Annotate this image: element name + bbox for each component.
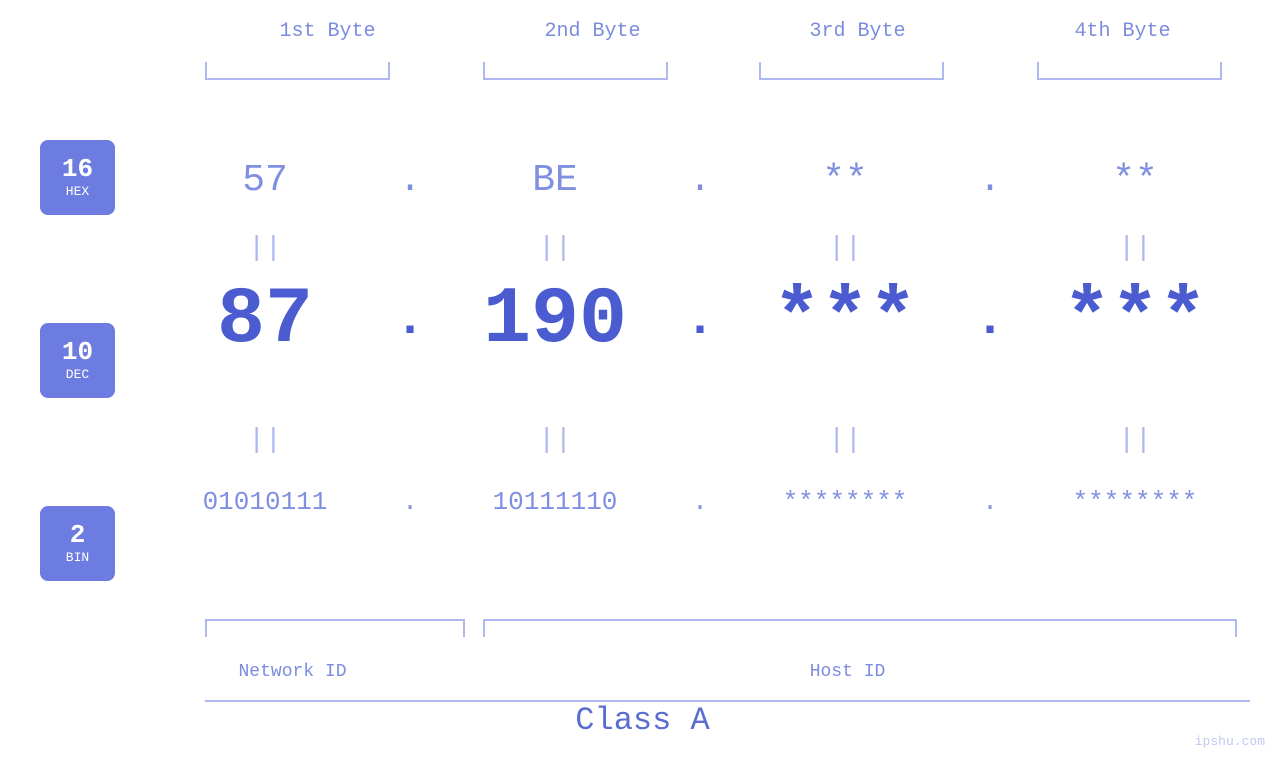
- hex-dot2: .: [675, 159, 725, 202]
- eq1-b4-sym: ||: [1118, 233, 1152, 264]
- hex-b4-value: **: [1112, 159, 1158, 202]
- eq2-b1-sym: ||: [248, 425, 282, 456]
- dec-b4-value: ***: [1063, 275, 1207, 366]
- hex-number: 16: [62, 156, 93, 182]
- dec-b1-cell: 87: [145, 275, 385, 366]
- bin-b2-cell: 10111110: [435, 487, 675, 517]
- eq2-b3: ||: [725, 425, 965, 456]
- bottom-labels: Network ID Host ID: [145, 662, 1255, 682]
- eq1-b2-sym: ||: [538, 233, 572, 264]
- top-bracket-3: [759, 62, 944, 80]
- host-id-label: Host ID: [810, 662, 886, 682]
- dec-dot3-sym: .: [975, 292, 1005, 349]
- hex-b4-cell: **: [1015, 159, 1255, 202]
- eq1-b1-sym: ||: [248, 233, 282, 264]
- eq1-b1: ||: [145, 233, 385, 264]
- hex-b1-value: 57: [242, 159, 288, 202]
- top-bracket-2: [483, 62, 668, 80]
- hex-dot2-sym: .: [689, 159, 712, 202]
- host-id-label-cell: Host ID: [440, 662, 1255, 682]
- bin-dot3: .: [965, 487, 1015, 517]
- byte2-header: 2nd Byte: [460, 20, 725, 43]
- class-label-container: Class A: [0, 702, 1285, 739]
- equals-row-2: || || || ||: [145, 420, 1255, 460]
- eq2-b1: ||: [145, 425, 385, 456]
- dec-number: 10: [62, 339, 93, 365]
- class-label: Class A: [575, 702, 709, 739]
- network-id-label: Network ID: [238, 662, 346, 682]
- network-id-bracket: [205, 619, 465, 637]
- bin-label: BIN: [66, 550, 89, 565]
- bin-b3-value: ********: [783, 487, 908, 517]
- dec-b3-value: ***: [773, 275, 917, 366]
- eq1-b3: ||: [725, 233, 965, 264]
- equals-row-1: || || || ||: [145, 228, 1255, 268]
- dec-b1-value: 87: [217, 275, 313, 366]
- bin-row: 01010111 . 10111110 . ******** . *******…: [145, 462, 1255, 542]
- eq2-b3-sym: ||: [828, 425, 862, 456]
- byte4-header: 4th Byte: [990, 20, 1255, 43]
- bin-number: 2: [70, 522, 86, 548]
- bin-b1-cell: 01010111: [145, 487, 385, 517]
- hex-b1-cell: 57: [145, 159, 385, 202]
- eq2-b4-sym: ||: [1118, 425, 1152, 456]
- bin-dot2: .: [675, 487, 725, 517]
- dec-b4-cell: ***: [1015, 275, 1255, 366]
- byte1-header: 1st Byte: [195, 20, 460, 43]
- hex-b3-value: **: [822, 159, 868, 202]
- watermark: ipshu.com: [1195, 734, 1265, 749]
- eq1-b3-sym: ||: [828, 233, 862, 264]
- hex-dot3: .: [965, 159, 1015, 202]
- eq2-b2: ||: [435, 425, 675, 456]
- bin-b1-value: 01010111: [203, 487, 328, 517]
- hex-dot1-sym: .: [399, 159, 422, 202]
- top-bracket-4: [1037, 62, 1222, 80]
- dec-dot2-sym: .: [685, 292, 715, 349]
- dec-dot1-sym: .: [395, 292, 425, 349]
- hex-label: HEX: [66, 184, 89, 199]
- base-labels: 16 HEX 10 DEC 2 BIN: [40, 140, 115, 581]
- bin-b4-value: ********: [1073, 487, 1198, 517]
- dec-dot3: .: [965, 292, 1015, 349]
- hex-dot1: .: [385, 159, 435, 202]
- dec-dot1: .: [385, 292, 435, 349]
- eq2-b4: ||: [1015, 425, 1255, 456]
- dec-badge: 10 DEC: [40, 323, 115, 398]
- hex-badge: 16 HEX: [40, 140, 115, 215]
- bin-dot1: .: [385, 487, 435, 517]
- hex-dot3-sym: .: [979, 159, 1002, 202]
- dec-dot2: .: [675, 292, 725, 349]
- hex-row: 57 . BE . ** . **: [145, 135, 1255, 225]
- dec-label: DEC: [66, 367, 89, 382]
- bin-badge: 2 BIN: [40, 506, 115, 581]
- top-bracket-1: [205, 62, 390, 80]
- bin-dot1-sym: .: [402, 487, 418, 517]
- dec-b3-cell: ***: [725, 275, 965, 366]
- byte-headers: 1st Byte 2nd Byte 3rd Byte 4th Byte: [195, 20, 1255, 43]
- bin-b3-cell: ********: [725, 487, 965, 517]
- hex-b2-cell: BE: [435, 159, 675, 202]
- eq1-b2: ||: [435, 233, 675, 264]
- hex-b3-cell: **: [725, 159, 965, 202]
- dec-b2-cell: 190: [435, 275, 675, 366]
- main-container: 1st Byte 2nd Byte 3rd Byte 4th Byte 16 H…: [0, 0, 1285, 767]
- eq2-b2-sym: ||: [538, 425, 572, 456]
- bin-b4-cell: ********: [1015, 487, 1255, 517]
- network-id-label-cell: Network ID: [145, 662, 440, 682]
- bin-dot3-sym: .: [982, 487, 998, 517]
- host-id-bracket: [483, 619, 1237, 637]
- eq1-b4: ||: [1015, 233, 1255, 264]
- hex-b2-value: BE: [532, 159, 578, 202]
- dec-b2-value: 190: [483, 275, 627, 366]
- byte3-header: 3rd Byte: [725, 20, 990, 43]
- bin-b2-value: 10111110: [493, 487, 618, 517]
- bin-dot2-sym: .: [692, 487, 708, 517]
- dec-row: 87 . 190 . *** . ***: [145, 265, 1255, 375]
